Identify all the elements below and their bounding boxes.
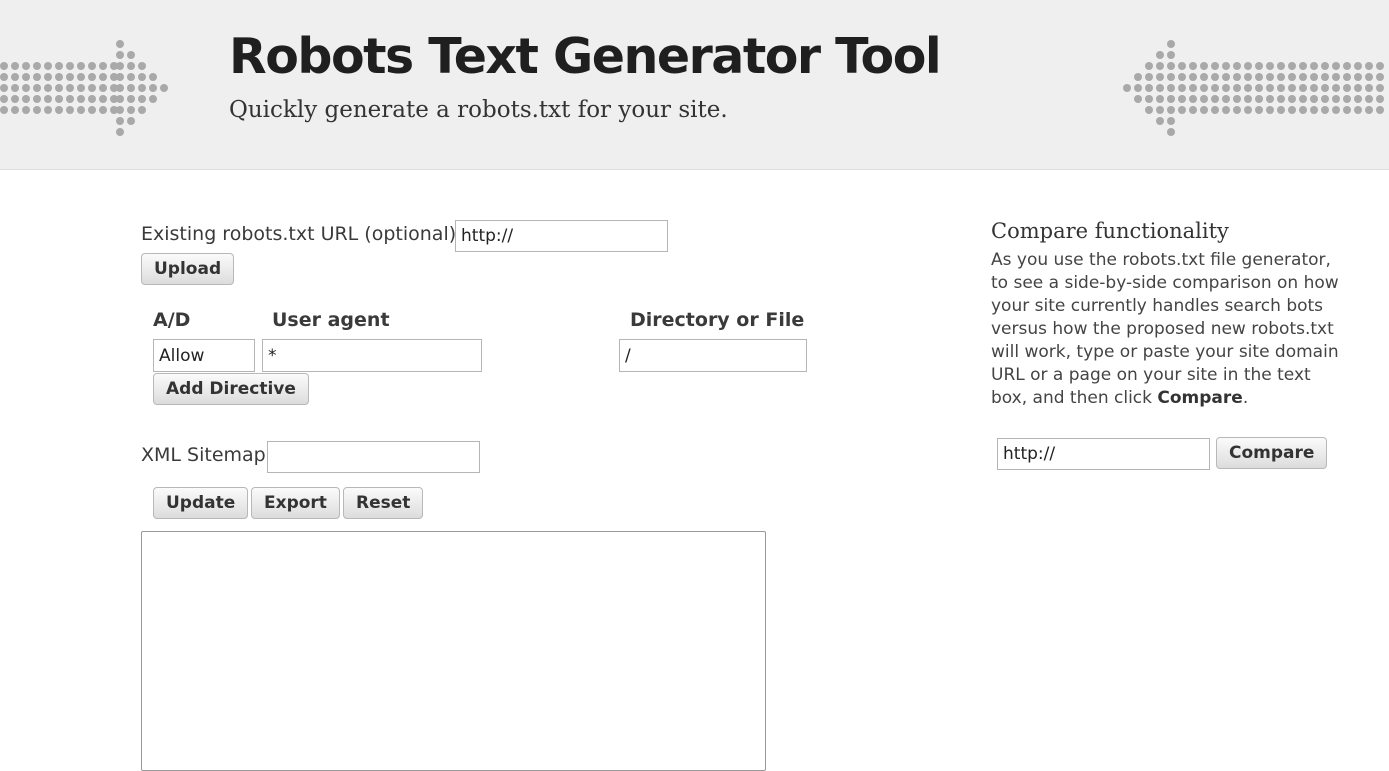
compare-description-text: As you use the robots.txt file generator… <box>991 250 1339 408</box>
existing-url-input[interactable] <box>455 220 668 252</box>
column-header-directory: Directory or File <box>630 309 805 331</box>
column-header-ad: A/D <box>153 309 191 331</box>
page-header: Robots Text Generator Tool Quickly gener… <box>0 0 1389 170</box>
compare-description-end: . <box>1242 388 1249 408</box>
existing-url-label: Existing robots.txt URL (optional): <box>141 223 463 245</box>
compare-heading: Compare functionality <box>991 219 1229 243</box>
page-title: Robots Text Generator Tool <box>229 28 942 85</box>
robots-output-textarea[interactable] <box>141 531 766 771</box>
page-subtitle: Quickly generate a robots.txt for your s… <box>229 97 728 123</box>
upload-button[interactable]: Upload <box>141 253 235 285</box>
add-directive-button[interactable]: Add Directive <box>153 373 309 405</box>
compare-description: As you use the robots.txt file generator… <box>991 249 1341 410</box>
compare-button[interactable]: Compare <box>1216 437 1328 469</box>
user-agent-input[interactable] <box>262 339 482 372</box>
export-button[interactable]: Export <box>251 487 340 519</box>
compare-url-input[interactable] <box>997 438 1210 470</box>
compare-description-bold: Compare <box>1157 388 1243 408</box>
sitemap-input[interactable] <box>267 441 480 473</box>
column-header-user-agent: User agent <box>272 309 390 331</box>
reset-button[interactable]: Reset <box>343 487 424 519</box>
update-button[interactable]: Update <box>153 487 249 519</box>
allow-disallow-input[interactable] <box>153 339 255 372</box>
directory-input[interactable] <box>619 339 807 372</box>
dotted-arrow-left-icon <box>1123 40 1384 136</box>
dotted-arrow-right-icon <box>0 40 168 136</box>
sitemap-label: XML Sitemap <box>141 444 266 466</box>
